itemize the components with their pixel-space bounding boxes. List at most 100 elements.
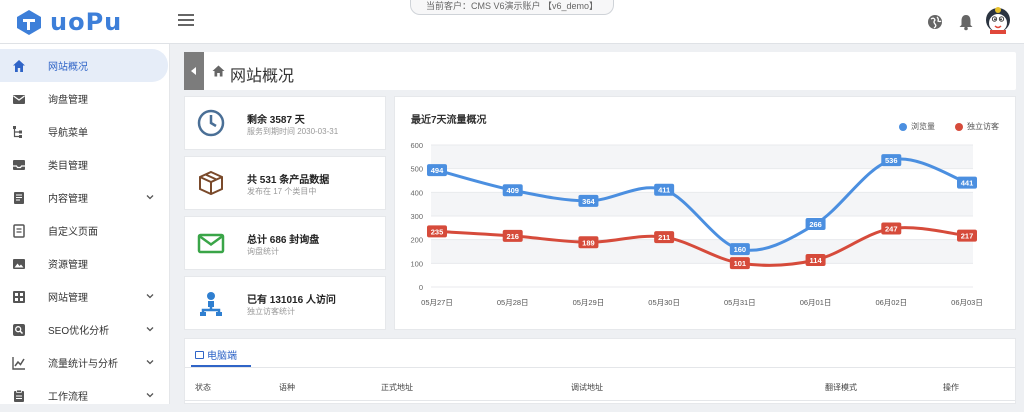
chevron-down-icon[interactable]	[146, 358, 154, 366]
sidebar-item-label: 类目管理	[48, 161, 88, 172]
chevron-down-icon[interactable]	[146, 193, 154, 201]
sidebar-item-label: SEO优化分析	[48, 326, 110, 337]
home-icon	[212, 65, 225, 77]
home-icon	[13, 59, 25, 72]
stat-value: 共 531 条产品数据	[247, 175, 330, 186]
chevron-down-icon[interactable]	[146, 325, 154, 333]
stat-card: 剩余 3587 天服务到期时间 2030-03-31	[184, 96, 386, 150]
x-tick-label: 05月28日	[497, 298, 529, 307]
column-header-live-url: 正式地址	[381, 383, 413, 392]
y-tick-label: 300	[410, 212, 423, 221]
chevron-down-icon[interactable]	[146, 391, 154, 399]
column-header-debug-url: 调试地址	[571, 383, 603, 392]
sidebar-item-label: 询盘管理	[48, 95, 88, 106]
trend-icon	[12, 356, 25, 370]
x-tick-label: 06月01日	[800, 298, 832, 307]
sidebar-item-label: 导航菜单	[48, 128, 88, 139]
data-label: 235	[431, 227, 444, 236]
sidebar-item[interactable]: 网站管理	[0, 280, 169, 313]
search-icon	[13, 323, 25, 336]
sidebar-item-label: 网站管理	[48, 293, 88, 304]
y-tick-label: 100	[410, 259, 423, 268]
x-tick-label: 05月29日	[573, 298, 605, 307]
y-tick-label: 500	[410, 165, 423, 174]
tab-desktop[interactable]: 电脑端	[195, 347, 237, 362]
traffic-chart-card: 最近7天流量概况 浏览量 独立访客 0 100 200 300 400 500 600 05月…	[394, 96, 1016, 330]
stat-card: 总计 686 封询盘 询盘统计	[184, 216, 386, 270]
sidebar-item[interactable]: 资源管理	[0, 247, 169, 280]
logo[interactable]: uoPu	[14, 8, 122, 36]
stat-value: 总计 686 封询盘	[247, 235, 320, 246]
data-label: 364	[582, 197, 595, 206]
data-label: 409	[506, 186, 519, 195]
sidebar-item[interactable]: 流量统计与分析	[0, 346, 169, 379]
sitemap-icon	[200, 292, 222, 316]
divider	[185, 400, 1015, 401]
data-label: 160	[734, 245, 747, 254]
menu-toggle-button[interactable]	[178, 14, 194, 28]
sidebar-item[interactable]: 自定义页面	[0, 214, 169, 247]
y-tick-label: 400	[410, 188, 423, 197]
stat-caption: 独立访客统计	[247, 307, 295, 316]
image-icon	[13, 258, 25, 269]
x-tick-label: 05月27日	[421, 298, 453, 307]
mail-icon	[13, 94, 25, 104]
x-tick-label: 06月03日	[951, 298, 983, 307]
logo-icon	[17, 10, 41, 35]
sidebar-item[interactable]: 网站概况	[0, 49, 168, 82]
data-label: 114	[810, 256, 823, 265]
sidebar-item-label: 流量统计与分析	[48, 359, 118, 370]
sidebar-item-label: 网站概况	[48, 62, 88, 73]
divider	[185, 367, 1015, 368]
stat-caption: 询盘统计	[247, 247, 279, 256]
collapse-sidebar-button[interactable]	[184, 52, 204, 90]
page-header: 网站概况	[184, 52, 1016, 90]
data-label: 247	[885, 225, 898, 234]
column-header-actions: 操作	[943, 383, 959, 392]
sidebar-item[interactable]: 内容管理	[0, 181, 169, 214]
inbox-icon	[13, 159, 25, 170]
page-icon	[13, 223, 25, 238]
hamburger-line	[178, 24, 194, 26]
sidebar-item[interactable]: 询盘管理	[0, 82, 169, 115]
y-tick-label: 200	[410, 236, 423, 245]
clipboard-icon	[14, 389, 24, 402]
tab-label: 电脑端	[207, 351, 237, 362]
data-label: 216	[506, 232, 519, 241]
line-chart: 0 100 200 300 400 500 600 05月27日 05月28日 05月29日 05月…	[410, 141, 983, 307]
column-header-language: 语种	[279, 383, 295, 392]
stat-caption: 发布在 17 个类目中	[247, 187, 317, 196]
sidebar-item[interactable]: 类目管理	[0, 148, 169, 181]
sidebar-item-label: 资源管理	[48, 260, 88, 271]
stat-caption: 服务到期时间 2030-03-31	[247, 127, 339, 136]
data-label: 211	[658, 233, 670, 242]
data-label: 536	[885, 156, 898, 165]
x-tick-label: 05月31日	[724, 298, 756, 307]
data-label: 411	[658, 186, 670, 195]
data-label: 189	[582, 238, 595, 247]
data-label: 494	[431, 166, 444, 175]
y-tick-label: 600	[410, 141, 423, 150]
language-table-card: 电脑端 状态 语种 正式地址 调试地址 翻译模式 操作	[184, 338, 1016, 404]
top-bar: uoPu 当前客户：CMS V6演示账户 【v6_demo】	[0, 0, 1024, 44]
sidebar: 网站概况询盘管理导航菜单类目管理内容管理自定义页面资源管理网站管理 SEO优化分析…	[0, 44, 170, 404]
stat-card: 已有 131016 人访问 独立访客统计	[184, 276, 386, 330]
chevron-down-icon[interactable]	[146, 292, 154, 300]
box-icon	[199, 170, 223, 196]
y-tick-label: 0	[419, 283, 423, 292]
column-header-translate-mode: 翻译模式	[825, 383, 857, 392]
sidebar-item[interactable]: 导航菜单	[0, 115, 169, 148]
bell-icon[interactable]	[957, 13, 975, 31]
sidebar-item[interactable]: 工作流程	[0, 379, 169, 412]
stat-value: 剩余 3587 天	[247, 115, 305, 126]
data-label: 266	[809, 220, 822, 229]
stat-value: 已有 131016 人访问	[247, 295, 336, 306]
page-title: 网站概况	[230, 68, 295, 85]
x-tick-label: 05月30日	[648, 298, 680, 307]
hamburger-line	[178, 19, 194, 21]
sidebar-item-label: 内容管理	[48, 194, 88, 205]
data-label: 217	[961, 232, 974, 241]
globe-icon[interactable]	[926, 13, 944, 31]
avatar[interactable]	[984, 6, 1012, 38]
sidebar-item[interactable]: SEO优化分析	[0, 313, 169, 346]
